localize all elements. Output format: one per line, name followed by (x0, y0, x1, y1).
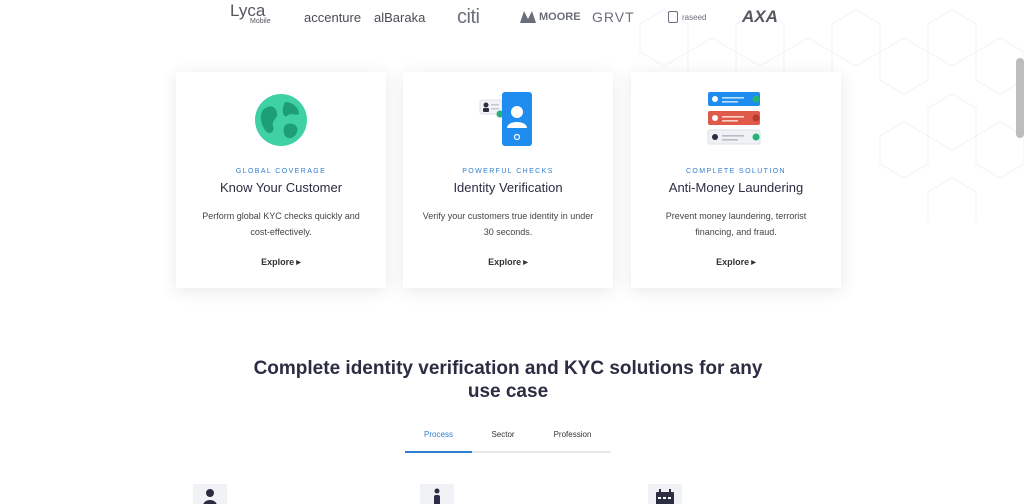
citi-logo: citi (457, 5, 480, 28)
explore-link-label: Explore (716, 257, 750, 267)
grvt-logo: GRVT (592, 9, 635, 25)
explore-link[interactable]: Explore ▶ (176, 257, 386, 267)
explore-link-label: Explore (488, 257, 522, 267)
lyca-logo-text: Lyca (230, 1, 266, 20)
card-eyebrow: POWERFUL CHECKS (462, 168, 554, 175)
globe-icon (255, 94, 307, 146)
card-know-your-customer[interactable]: GLOBAL COVERAGE Know Your Customer Perfo… (176, 72, 386, 288)
raseed-logo: raseed (668, 4, 706, 30)
caret-right-icon: ▶ (296, 260, 301, 266)
section-headline: Complete identity verification and KYC s… (253, 358, 763, 402)
card-eyebrow: GLOBAL COVERAGE (235, 168, 327, 175)
raseed-mark-icon (668, 11, 678, 23)
explore-link[interactable]: Explore ▶ (403, 257, 613, 267)
calendar-icon (648, 484, 682, 504)
albaraka-logo: alBaraka (374, 9, 426, 25)
moore-logo: MOORE (520, 4, 581, 30)
use-case-tabs: Process Sector Profession (405, 428, 611, 453)
person-icon (420, 484, 454, 504)
moore-logo-text: MOORE (539, 11, 581, 23)
card-description: Perform global KYC checks quickly and co… (202, 211, 360, 237)
user-icon (193, 484, 227, 504)
card-eyebrow: COMPLETE SOLUTION (685, 168, 787, 175)
card-title: Identity Verification (453, 180, 563, 195)
explore-link-label: Explore (261, 257, 295, 267)
tab-process[interactable]: Process (405, 428, 472, 453)
card-anti-money-laundering[interactable]: COMPLETE SOLUTION Anti-Money Laundering … (631, 72, 841, 288)
explore-link[interactable]: Explore ▶ (631, 257, 841, 267)
phone-id-icon (479, 92, 532, 146)
caret-right-icon: ▶ (751, 260, 756, 266)
accenture-logo: accenture (304, 9, 362, 25)
card-description: Verify your customers true identity in u… (422, 211, 594, 237)
tab-profession[interactable]: Profession (534, 428, 611, 453)
axa-logo: AXA (742, 7, 778, 26)
card-identity-verification[interactable]: POWERFUL CHECKS Identity Verification Ve… (403, 72, 613, 288)
moore-mark-icon (520, 11, 536, 23)
tab-sector[interactable]: Sector (472, 428, 534, 453)
card-description: Prevent money laundering, terrorist fina… (665, 211, 807, 237)
raseed-logo-text: raseed (682, 12, 707, 22)
card-title: Know Your Customer (219, 180, 343, 195)
lyca-logo-subtext: Mobile (250, 18, 271, 25)
lyca-mobile-logo: Lyca Mobile (230, 1, 271, 30)
caret-right-icon: ▶ (523, 260, 528, 266)
card-title: Anti-Money Laundering (668, 180, 804, 195)
page-scrollbar[interactable] (1016, 58, 1024, 138)
partner-logos: Lyca Mobile accenture alBaraka citi MOOR… (228, 1, 788, 30)
id-list-icon (707, 92, 761, 145)
